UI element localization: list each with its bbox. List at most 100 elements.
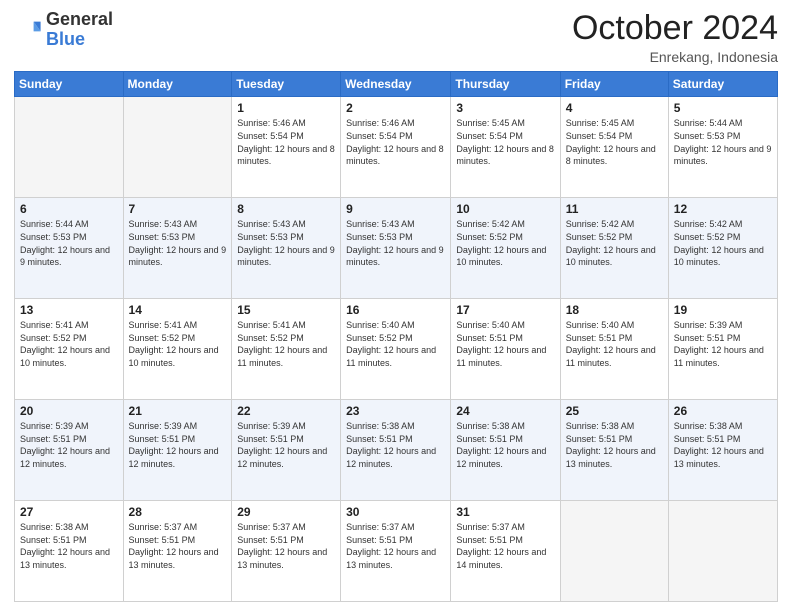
header: General Blue October 2024 Enrekang, Indo… (14, 10, 778, 65)
table-row: 10 Sunrise: 5:42 AM Sunset: 5:52 PM Dayli… (451, 198, 560, 299)
day-info: Sunrise: 5:38 AM Sunset: 5:51 PM Dayligh… (20, 521, 118, 571)
table-row (668, 501, 777, 602)
day-number: 9 (346, 202, 445, 216)
calendar-week-row: 13 Sunrise: 5:41 AM Sunset: 5:52 PM Dayli… (15, 299, 778, 400)
calendar-week-row: 1 Sunrise: 5:46 AM Sunset: 5:54 PM Daylig… (15, 97, 778, 198)
day-info: Sunrise: 5:38 AM Sunset: 5:51 PM Dayligh… (456, 420, 554, 470)
table-row: 27Sunrise: 5:38 AM Sunset: 5:51 PM Dayli… (15, 501, 124, 602)
table-row: 16 Sunrise: 5:40 AM Sunset: 5:52 PM Dayli… (341, 299, 451, 400)
calendar-header-row: Sunday Monday Tuesday Wednesday Thursday… (15, 72, 778, 97)
day-number: 1 (237, 101, 335, 115)
day-number: 8 (237, 202, 335, 216)
day-info: Sunrise: 5:42 AM Sunset: 5:52 PM Dayligh… (674, 218, 772, 268)
day-number: 28 (129, 505, 227, 519)
day-number: 20 (20, 404, 118, 418)
day-info: Sunrise: 5:42 AM Sunset: 5:52 PM Dayligh… (456, 218, 554, 268)
location: Enrekang, Indonesia (572, 49, 778, 65)
day-number: 11 (566, 202, 663, 216)
table-row (123, 97, 232, 198)
day-info: Sunrise: 5:41 AM Sunset: 5:52 PM Dayligh… (237, 319, 335, 369)
day-info: Sunrise: 5:46 AM Sunset: 5:54 PM Dayligh… (237, 117, 335, 167)
day-info: Sunrise: 5:37 AM Sunset: 5:51 PM Dayligh… (129, 521, 227, 571)
day-info: Sunrise: 5:41 AM Sunset: 5:52 PM Dayligh… (20, 319, 118, 369)
calendar: Sunday Monday Tuesday Wednesday Thursday… (14, 71, 778, 602)
logo-blue: Blue (46, 30, 113, 50)
table-row: 19Sunrise: 5:39 AM Sunset: 5:51 PM Dayli… (668, 299, 777, 400)
day-number: 10 (456, 202, 554, 216)
table-row: 14Sunrise: 5:41 AM Sunset: 5:52 PM Dayli… (123, 299, 232, 400)
table-row (15, 97, 124, 198)
table-row: 1 Sunrise: 5:46 AM Sunset: 5:54 PM Daylig… (232, 97, 341, 198)
calendar-week-row: 20 Sunrise: 5:39 AM Sunset: 5:51 PM Dayli… (15, 400, 778, 501)
table-row: 23 Sunrise: 5:38 AM Sunset: 5:51 PM Dayli… (341, 400, 451, 501)
day-info: Sunrise: 5:46 AM Sunset: 5:54 PM Dayligh… (346, 117, 445, 167)
day-info: Sunrise: 5:44 AM Sunset: 5:53 PM Dayligh… (674, 117, 772, 167)
day-info: Sunrise: 5:43 AM Sunset: 5:53 PM Dayligh… (237, 218, 335, 268)
day-number: 14 (129, 303, 227, 317)
day-number: 21 (129, 404, 227, 418)
table-row: 7 Sunrise: 5:43 AM Sunset: 5:53 PM Daylig… (123, 198, 232, 299)
day-info: Sunrise: 5:44 AM Sunset: 5:53 PM Dayligh… (20, 218, 118, 268)
day-info: Sunrise: 5:40 AM Sunset: 5:52 PM Dayligh… (346, 319, 445, 369)
day-number: 15 (237, 303, 335, 317)
logo-text: General Blue (46, 10, 113, 50)
day-number: 22 (237, 404, 335, 418)
col-sunday: Sunday (15, 72, 124, 97)
day-info: Sunrise: 5:38 AM Sunset: 5:51 PM Dayligh… (674, 420, 772, 470)
day-info: Sunrise: 5:43 AM Sunset: 5:53 PM Dayligh… (346, 218, 445, 268)
table-row (560, 501, 668, 602)
logo: General Blue (14, 10, 113, 50)
day-number: 24 (456, 404, 554, 418)
table-row: 3Sunrise: 5:45 AM Sunset: 5:54 PM Daylig… (451, 97, 560, 198)
day-info: Sunrise: 5:38 AM Sunset: 5:51 PM Dayligh… (566, 420, 663, 470)
table-row: 28 Sunrise: 5:37 AM Sunset: 5:51 PM Dayli… (123, 501, 232, 602)
day-number: 13 (20, 303, 118, 317)
col-saturday: Saturday (668, 72, 777, 97)
day-number: 5 (674, 101, 772, 115)
day-info: Sunrise: 5:43 AM Sunset: 5:53 PM Dayligh… (129, 218, 227, 268)
logo-general: General (46, 10, 113, 30)
day-info: Sunrise: 5:37 AM Sunset: 5:51 PM Dayligh… (346, 521, 445, 571)
day-number: 4 (566, 101, 663, 115)
col-friday: Friday (560, 72, 668, 97)
day-number: 2 (346, 101, 445, 115)
table-row: 22 Sunrise: 5:39 AM Sunset: 5:51 PM Dayli… (232, 400, 341, 501)
col-thursday: Thursday (451, 72, 560, 97)
day-info: Sunrise: 5:45 AM Sunset: 5:54 PM Dayligh… (456, 117, 554, 167)
day-info: Sunrise: 5:38 AM Sunset: 5:51 PM Dayligh… (346, 420, 445, 470)
day-number: 25 (566, 404, 663, 418)
col-wednesday: Wednesday (341, 72, 451, 97)
col-monday: Monday (123, 72, 232, 97)
day-info: Sunrise: 5:39 AM Sunset: 5:51 PM Dayligh… (20, 420, 118, 470)
day-number: 23 (346, 404, 445, 418)
col-tuesday: Tuesday (232, 72, 341, 97)
day-info: Sunrise: 5:39 AM Sunset: 5:51 PM Dayligh… (129, 420, 227, 470)
day-info: Sunrise: 5:39 AM Sunset: 5:51 PM Dayligh… (674, 319, 772, 369)
table-row: 5 Sunrise: 5:44 AM Sunset: 5:53 PM Daylig… (668, 97, 777, 198)
logo-icon (14, 16, 42, 44)
day-info: Sunrise: 5:42 AM Sunset: 5:52 PM Dayligh… (566, 218, 663, 268)
day-number: 7 (129, 202, 227, 216)
day-info: Sunrise: 5:45 AM Sunset: 5:54 PM Dayligh… (566, 117, 663, 167)
table-row: 6 Sunrise: 5:44 AM Sunset: 5:53 PM Daylig… (15, 198, 124, 299)
day-number: 18 (566, 303, 663, 317)
table-row: 29Sunrise: 5:37 AM Sunset: 5:51 PM Dayli… (232, 501, 341, 602)
day-number: 6 (20, 202, 118, 216)
day-info: Sunrise: 5:40 AM Sunset: 5:51 PM Dayligh… (566, 319, 663, 369)
day-number: 16 (346, 303, 445, 317)
day-number: 12 (674, 202, 772, 216)
table-row: 2 Sunrise: 5:46 AM Sunset: 5:54 PM Daylig… (341, 97, 451, 198)
day-number: 30 (346, 505, 445, 519)
day-info: Sunrise: 5:37 AM Sunset: 5:51 PM Dayligh… (456, 521, 554, 571)
table-row: 8 Sunrise: 5:43 AM Sunset: 5:53 PM Daylig… (232, 198, 341, 299)
day-info: Sunrise: 5:39 AM Sunset: 5:51 PM Dayligh… (237, 420, 335, 470)
table-row: 13 Sunrise: 5:41 AM Sunset: 5:52 PM Dayli… (15, 299, 124, 400)
day-number: 26 (674, 404, 772, 418)
table-row: 21 Sunrise: 5:39 AM Sunset: 5:51 PM Dayli… (123, 400, 232, 501)
table-row: 20 Sunrise: 5:39 AM Sunset: 5:51 PM Dayli… (15, 400, 124, 501)
day-info: Sunrise: 5:40 AM Sunset: 5:51 PM Dayligh… (456, 319, 554, 369)
table-row: 9 Sunrise: 5:43 AM Sunset: 5:53 PM Daylig… (341, 198, 451, 299)
day-number: 17 (456, 303, 554, 317)
calendar-week-row: 6 Sunrise: 5:44 AM Sunset: 5:53 PM Daylig… (15, 198, 778, 299)
table-row: 12 Sunrise: 5:42 AM Sunset: 5:52 PM Dayli… (668, 198, 777, 299)
